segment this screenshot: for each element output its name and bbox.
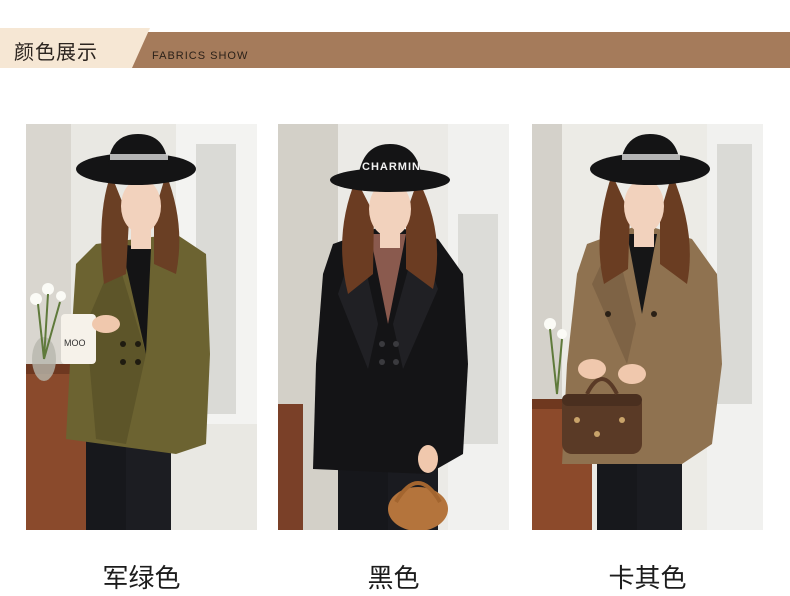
section-subtitle: FABRICS SHOW xyxy=(152,50,249,62)
color-label-army-green: 军绿色 xyxy=(102,564,181,594)
product-photo-khaki xyxy=(532,124,763,530)
product-photo-black: CHARMIN xyxy=(278,124,509,530)
product-photo-army-green: MOO xyxy=(26,124,257,530)
section-title: 颜色展示 xyxy=(14,40,98,64)
cup-text: MOO xyxy=(64,338,86,348)
color-label-khaki: 卡其色 xyxy=(608,564,687,594)
color-label-black: 黑色 xyxy=(367,564,420,594)
hat-band-text: CHARMIN xyxy=(362,161,421,173)
